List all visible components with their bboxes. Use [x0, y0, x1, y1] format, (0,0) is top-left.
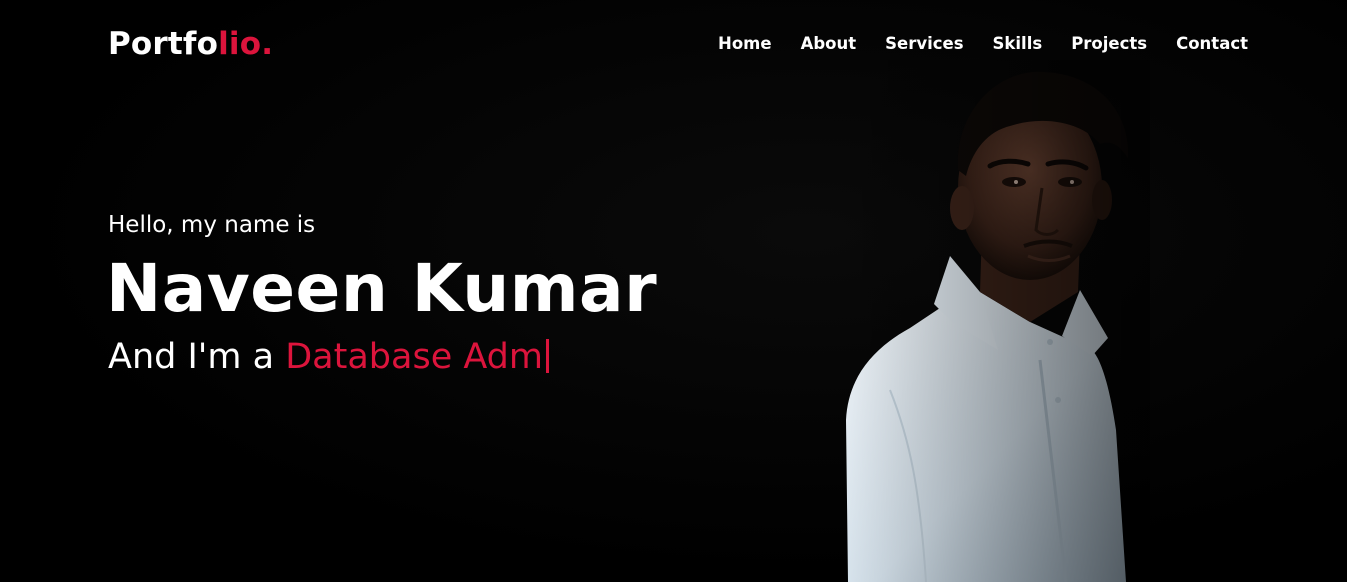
- hero-name: Naveen Kumar: [106, 250, 658, 327]
- logo-main: Portfo: [108, 26, 219, 62]
- nav-about[interactable]: About: [801, 34, 857, 53]
- role-prefix: And I'm a: [108, 337, 286, 377]
- profile-photo: [830, 60, 1150, 582]
- greeting-text: Hello, my name is: [108, 212, 316, 238]
- role-line: And I'm a Database Adm: [108, 337, 549, 377]
- nav-home[interactable]: Home: [718, 34, 772, 53]
- nav-projects[interactable]: Projects: [1071, 34, 1147, 53]
- home-section: Portfolio. Home About Services Skills Pr…: [0, 0, 1347, 582]
- logo[interactable]: Portfolio.: [108, 26, 273, 62]
- typing-cursor: [546, 339, 549, 373]
- nav-skills[interactable]: Skills: [993, 34, 1043, 53]
- role-typed: Database Adm: [285, 337, 543, 377]
- nav-menu: Home About Services Skills Projects Cont…: [718, 34, 1248, 53]
- logo-accent: lio.: [218, 26, 274, 62]
- nav-services[interactable]: Services: [885, 34, 963, 53]
- nav-contact[interactable]: Contact: [1176, 34, 1248, 53]
